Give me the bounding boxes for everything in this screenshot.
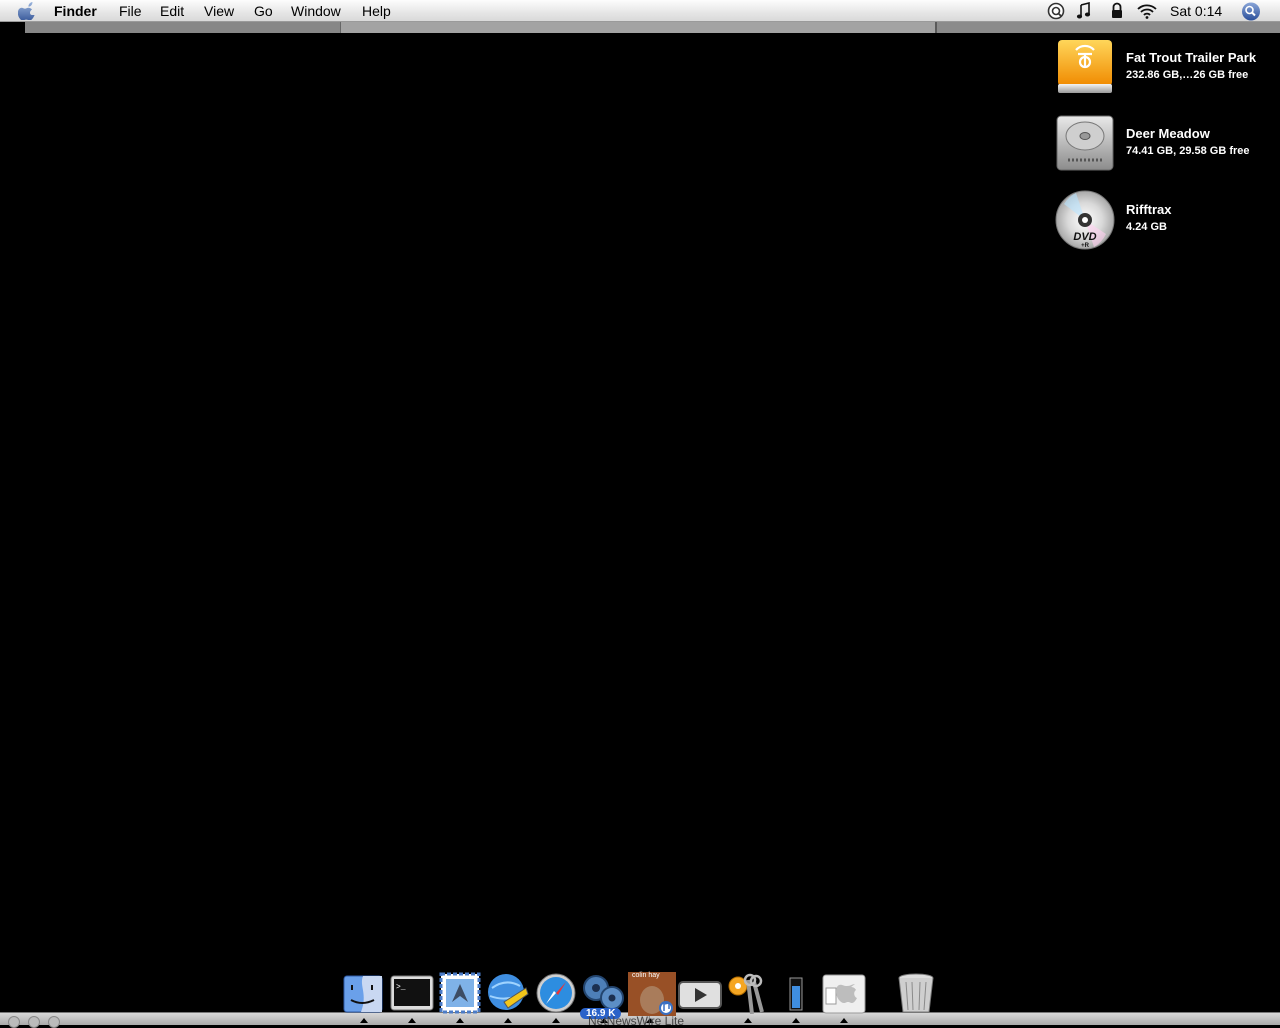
menu-clock[interactable]: Sat 0:14 xyxy=(1170,3,1222,19)
window-strip-segment xyxy=(341,22,935,33)
volume-name: Fat Trout Trailer Park xyxy=(1126,50,1257,65)
keychain-dock-icon[interactable] xyxy=(726,972,770,1023)
volume-info: 4.24 GB xyxy=(1126,221,1167,233)
running-indicator xyxy=(792,1018,800,1023)
window-titlebar-strip xyxy=(25,22,1280,33)
running-indicator xyxy=(744,1018,752,1023)
hard-drive-icon xyxy=(1056,115,1114,171)
safari-dock-icon[interactable] xyxy=(534,972,578,1023)
running-indicator xyxy=(456,1018,464,1023)
volume-info: 74.41 GB, 29.58 GB free xyxy=(1126,145,1250,157)
running-indicator xyxy=(360,1018,368,1023)
running-indicator xyxy=(408,1018,416,1023)
menu-file[interactable]: File xyxy=(119,3,142,19)
front-row-dock-icon[interactable] xyxy=(678,972,722,1014)
terminal-dock-icon[interactable]: >_ xyxy=(390,972,434,1023)
menu-help[interactable]: Help xyxy=(362,3,391,19)
minimize-icon[interactable] xyxy=(28,1016,40,1028)
desktop-volume-deer-meadow[interactable]: Deer Meadow 74.41 GB, 29.58 GB free xyxy=(1054,114,1274,178)
spotlight-icon[interactable] xyxy=(1240,2,1262,21)
window-strip-segment xyxy=(937,22,1280,33)
finder-dock-icon[interactable] xyxy=(342,972,386,1023)
svg-text:>_: >_ xyxy=(396,983,406,992)
window-strip-segment xyxy=(25,22,340,33)
dock-hover-label: NetNewsWire Lite xyxy=(588,1014,685,1028)
running-indicator xyxy=(552,1018,560,1023)
menu-bar: Finder File Edit View Go Window Help Sat… xyxy=(0,0,1280,22)
trash-dock-icon[interactable] xyxy=(894,972,938,1014)
quicksilver-icon[interactable] xyxy=(1047,2,1065,20)
menu-window[interactable]: Window xyxy=(291,3,341,19)
desktop-volume-fat-trout[interactable]: Fat Trout Trailer Park 232.86 GB,…26 GB … xyxy=(1054,38,1274,102)
album-text: colin hay xyxy=(632,972,660,979)
dvd-disc-icon: DVD +R xyxy=(1055,190,1115,250)
desktop-volume-rifftrax[interactable]: DVD +R Rifftrax 4.24 GB xyxy=(1054,190,1274,254)
mail-dock-icon[interactable] xyxy=(438,972,482,1023)
lock-icon[interactable] xyxy=(1110,2,1124,20)
itunes-album-dock-icon[interactable]: colin hay xyxy=(628,972,676,1023)
battery-dock-icon[interactable] xyxy=(774,972,818,1023)
system-prefs-dock-icon[interactable] xyxy=(822,972,866,1023)
zoom-icon[interactable] xyxy=(48,1016,60,1028)
apple-menu-icon[interactable] xyxy=(18,2,38,20)
itunes-music-icon[interactable] xyxy=(1076,2,1092,20)
firewire-drive-icon xyxy=(1058,40,1112,93)
running-indicator xyxy=(504,1018,512,1023)
network-utility-dock-icon[interactable] xyxy=(486,972,530,1023)
running-indicator xyxy=(840,1018,848,1023)
svg-text:+R: +R xyxy=(1081,243,1090,249)
volume-name: Rifftrax xyxy=(1126,202,1172,217)
wifi-icon[interactable] xyxy=(1136,2,1158,20)
volume-name: Deer Meadow xyxy=(1126,126,1210,141)
menu-go[interactable]: Go xyxy=(254,3,273,19)
close-icon[interactable] xyxy=(8,1016,20,1028)
menu-edit[interactable]: Edit xyxy=(160,3,184,19)
volume-info: 232.86 GB,…26 GB free xyxy=(1126,69,1249,81)
menu-finder[interactable]: Finder xyxy=(54,3,97,19)
menu-view[interactable]: View xyxy=(204,3,234,19)
svg-text:DVD: DVD xyxy=(1073,231,1096,243)
